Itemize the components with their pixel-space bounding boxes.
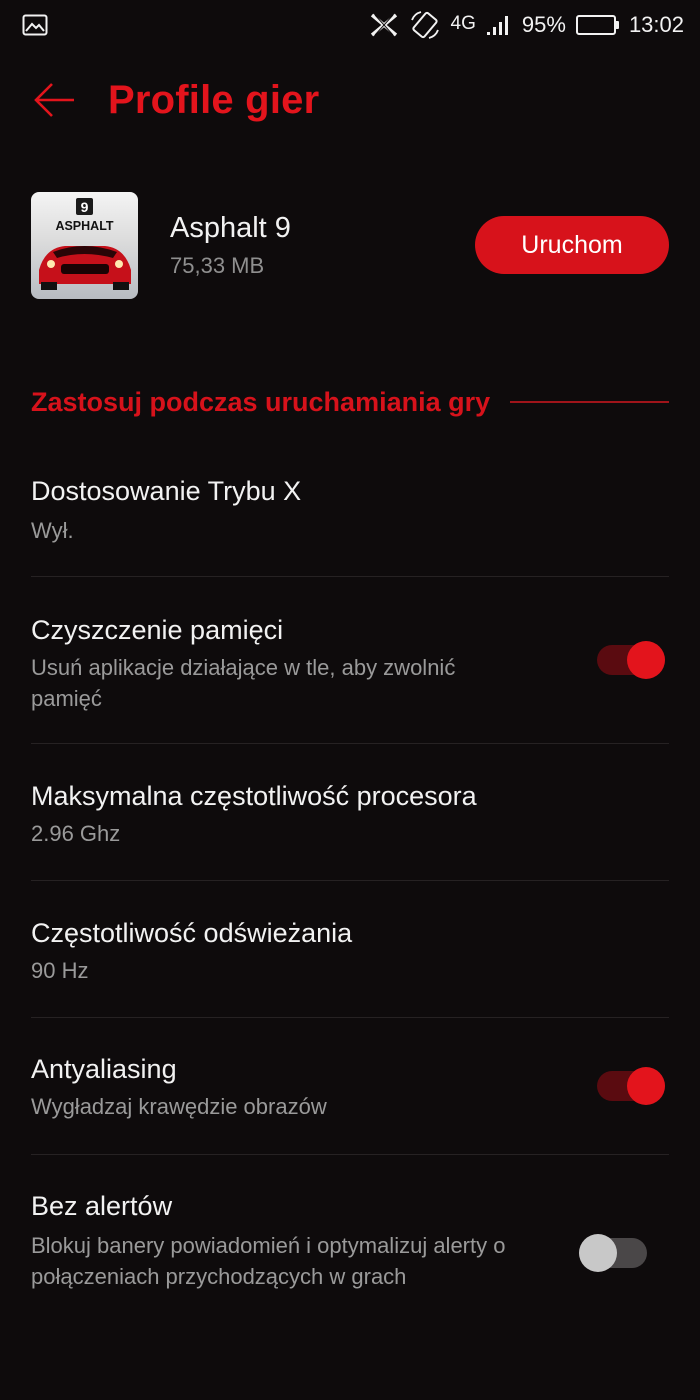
app-name: Asphalt 9 (170, 211, 291, 244)
setting-title: Dostosowanie Trybu X (31, 476, 302, 506)
app-icon[interactable]: 9 ASPHALT (31, 191, 138, 299)
network-type: 4G (450, 12, 476, 34)
setting-description: Blokuj banery powiadomień i optymalizuj … (31, 1233, 506, 1289)
section-header: Zastosuj podczas uruchamiania gry (31, 382, 669, 422)
app-size: 75,33 MB (170, 252, 265, 278)
setting-antialiasing[interactable]: Antyaliasing Wygładzaj krawędzie obrazów (31, 1018, 669, 1155)
memory-clean-toggle[interactable] (597, 640, 667, 680)
setting-title: Antyaliasing (31, 1054, 177, 1084)
setting-x-mode[interactable]: Dostosowanie Trybu X Wył. (31, 440, 669, 577)
image-icon (22, 14, 48, 36)
setting-description: Wygładzaj krawędzie obrazów (31, 1094, 327, 1119)
arrow-left-icon (34, 83, 74, 117)
signal-icon (486, 14, 512, 36)
settings-list: Dostosowanie Trybu X Wył. Czyszczenie pa… (31, 440, 669, 1355)
launch-button[interactable]: Uruchom (475, 216, 669, 274)
setting-title: Bez alertów (31, 1191, 173, 1221)
battery-icon (575, 15, 619, 35)
setting-memory-clean[interactable]: Czyszczenie pamięci Usuń aplikacje dział… (31, 577, 669, 744)
app-icon-logo: ASPHALT (55, 219, 113, 233)
section-divider (510, 401, 669, 403)
app-bar: Profile gier (0, 62, 700, 138)
setting-title: Częstotliwość odświeżania (31, 918, 353, 948)
setting-title: Maksymalna częstotliwość procesora (31, 781, 477, 811)
status-bar: 4G 95% 13:02 (0, 0, 700, 50)
setting-max-cpu-frequency[interactable]: Maksymalna częstotliwość procesora 2.96 … (31, 744, 669, 881)
clock: 13:02 (628, 12, 684, 37)
setting-value: Wył. (31, 518, 74, 543)
page-title: Profile gier (108, 77, 320, 122)
back-button[interactable] (0, 62, 100, 138)
setting-value: 2.96 Ghz (31, 821, 121, 846)
x-mode-icon (369, 12, 399, 38)
no-alerts-toggle[interactable] (579, 1233, 649, 1273)
setting-value: 90 Hz (31, 958, 89, 983)
section-title: Zastosuj podczas uruchamiania gry (31, 386, 491, 417)
antialiasing-toggle[interactable] (597, 1066, 667, 1106)
auto-rotate-icon (409, 10, 441, 40)
setting-no-alerts[interactable]: Bez alertów Blokuj banery powiadomień i … (31, 1155, 669, 1355)
battery-percent: 95% (521, 12, 566, 37)
app-icon-badge: 9 (81, 199, 89, 215)
setting-description: Usuń aplikacje działające w tle, aby zwo… (31, 655, 456, 711)
setting-title: Czyszczenie pamięci (31, 615, 284, 645)
app-row: 9 ASPHALT Asphalt 9 75,33 MB Uruchom (31, 191, 669, 299)
setting-refresh-rate[interactable]: Częstotliwość odświeżania 90 Hz (31, 881, 669, 1018)
